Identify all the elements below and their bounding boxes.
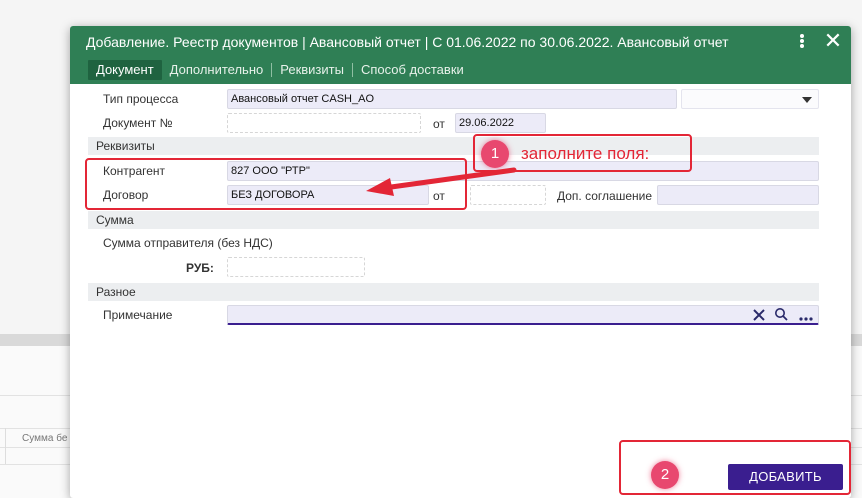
step-2-badge: 2 <box>651 461 679 489</box>
background-column-separator <box>5 428 6 464</box>
tab-document[interactable]: Документ <box>88 60 162 80</box>
process-type-select[interactable] <box>681 89 819 109</box>
note-field[interactable] <box>227 305 819 325</box>
more-horizontal-icon[interactable] <box>797 306 815 326</box>
note-label: Примечание <box>103 308 173 322</box>
tab-requisites[interactable]: Реквизиты <box>272 60 352 80</box>
background-column-header: Сумма бе <box>22 433 68 444</box>
clear-icon[interactable] <box>750 306 768 326</box>
addendum-field[interactable] <box>657 185 819 205</box>
document-number-field[interactable] <box>227 113 421 133</box>
addendum-label: Доп. соглашение <box>557 189 653 203</box>
step-1-hint: заполните поля: <box>521 144 650 163</box>
section-misc: Разное <box>88 283 819 301</box>
sender-amount-label: Сумма отправителя (без НДС) <box>103 236 273 250</box>
more-vertical-icon[interactable] <box>798 33 806 51</box>
dialog-header: Добавление. Реестр документов | Авансовы… <box>70 26 851 84</box>
section-requisites: Реквизиты <box>88 137 819 155</box>
dialog-title: Добавление. Реестр документов | Авансовы… <box>86 34 729 50</box>
search-icon[interactable] <box>772 306 790 326</box>
tab-additional[interactable]: Дополнительно <box>162 60 272 80</box>
add-document-dialog: Добавление. Реестр документов | Авансовы… <box>70 26 851 498</box>
document-number-label: Документ № <box>103 116 173 130</box>
step-1-badge: 1 <box>481 140 509 168</box>
chevron-down-icon <box>802 97 812 103</box>
document-date-field[interactable]: 29.06.2022 <box>455 113 546 133</box>
pointer-arrow-icon <box>366 167 517 196</box>
section-amount: Сумма <box>88 211 819 229</box>
amount-rub-field[interactable] <box>227 257 365 277</box>
currency-label: РУБ: <box>186 261 214 275</box>
document-date-label: от <box>433 117 445 131</box>
process-type-label: Тип процесса <box>103 92 179 106</box>
tab-delivery-method[interactable]: Способ доставки <box>353 60 472 80</box>
dialog-tabs: Документ Дополнительно Реквизиты Способ … <box>88 60 472 80</box>
process-type-field[interactable]: Авансовый отчет CASH_AO <box>227 89 677 109</box>
close-icon[interactable]: ✕ <box>822 30 844 52</box>
